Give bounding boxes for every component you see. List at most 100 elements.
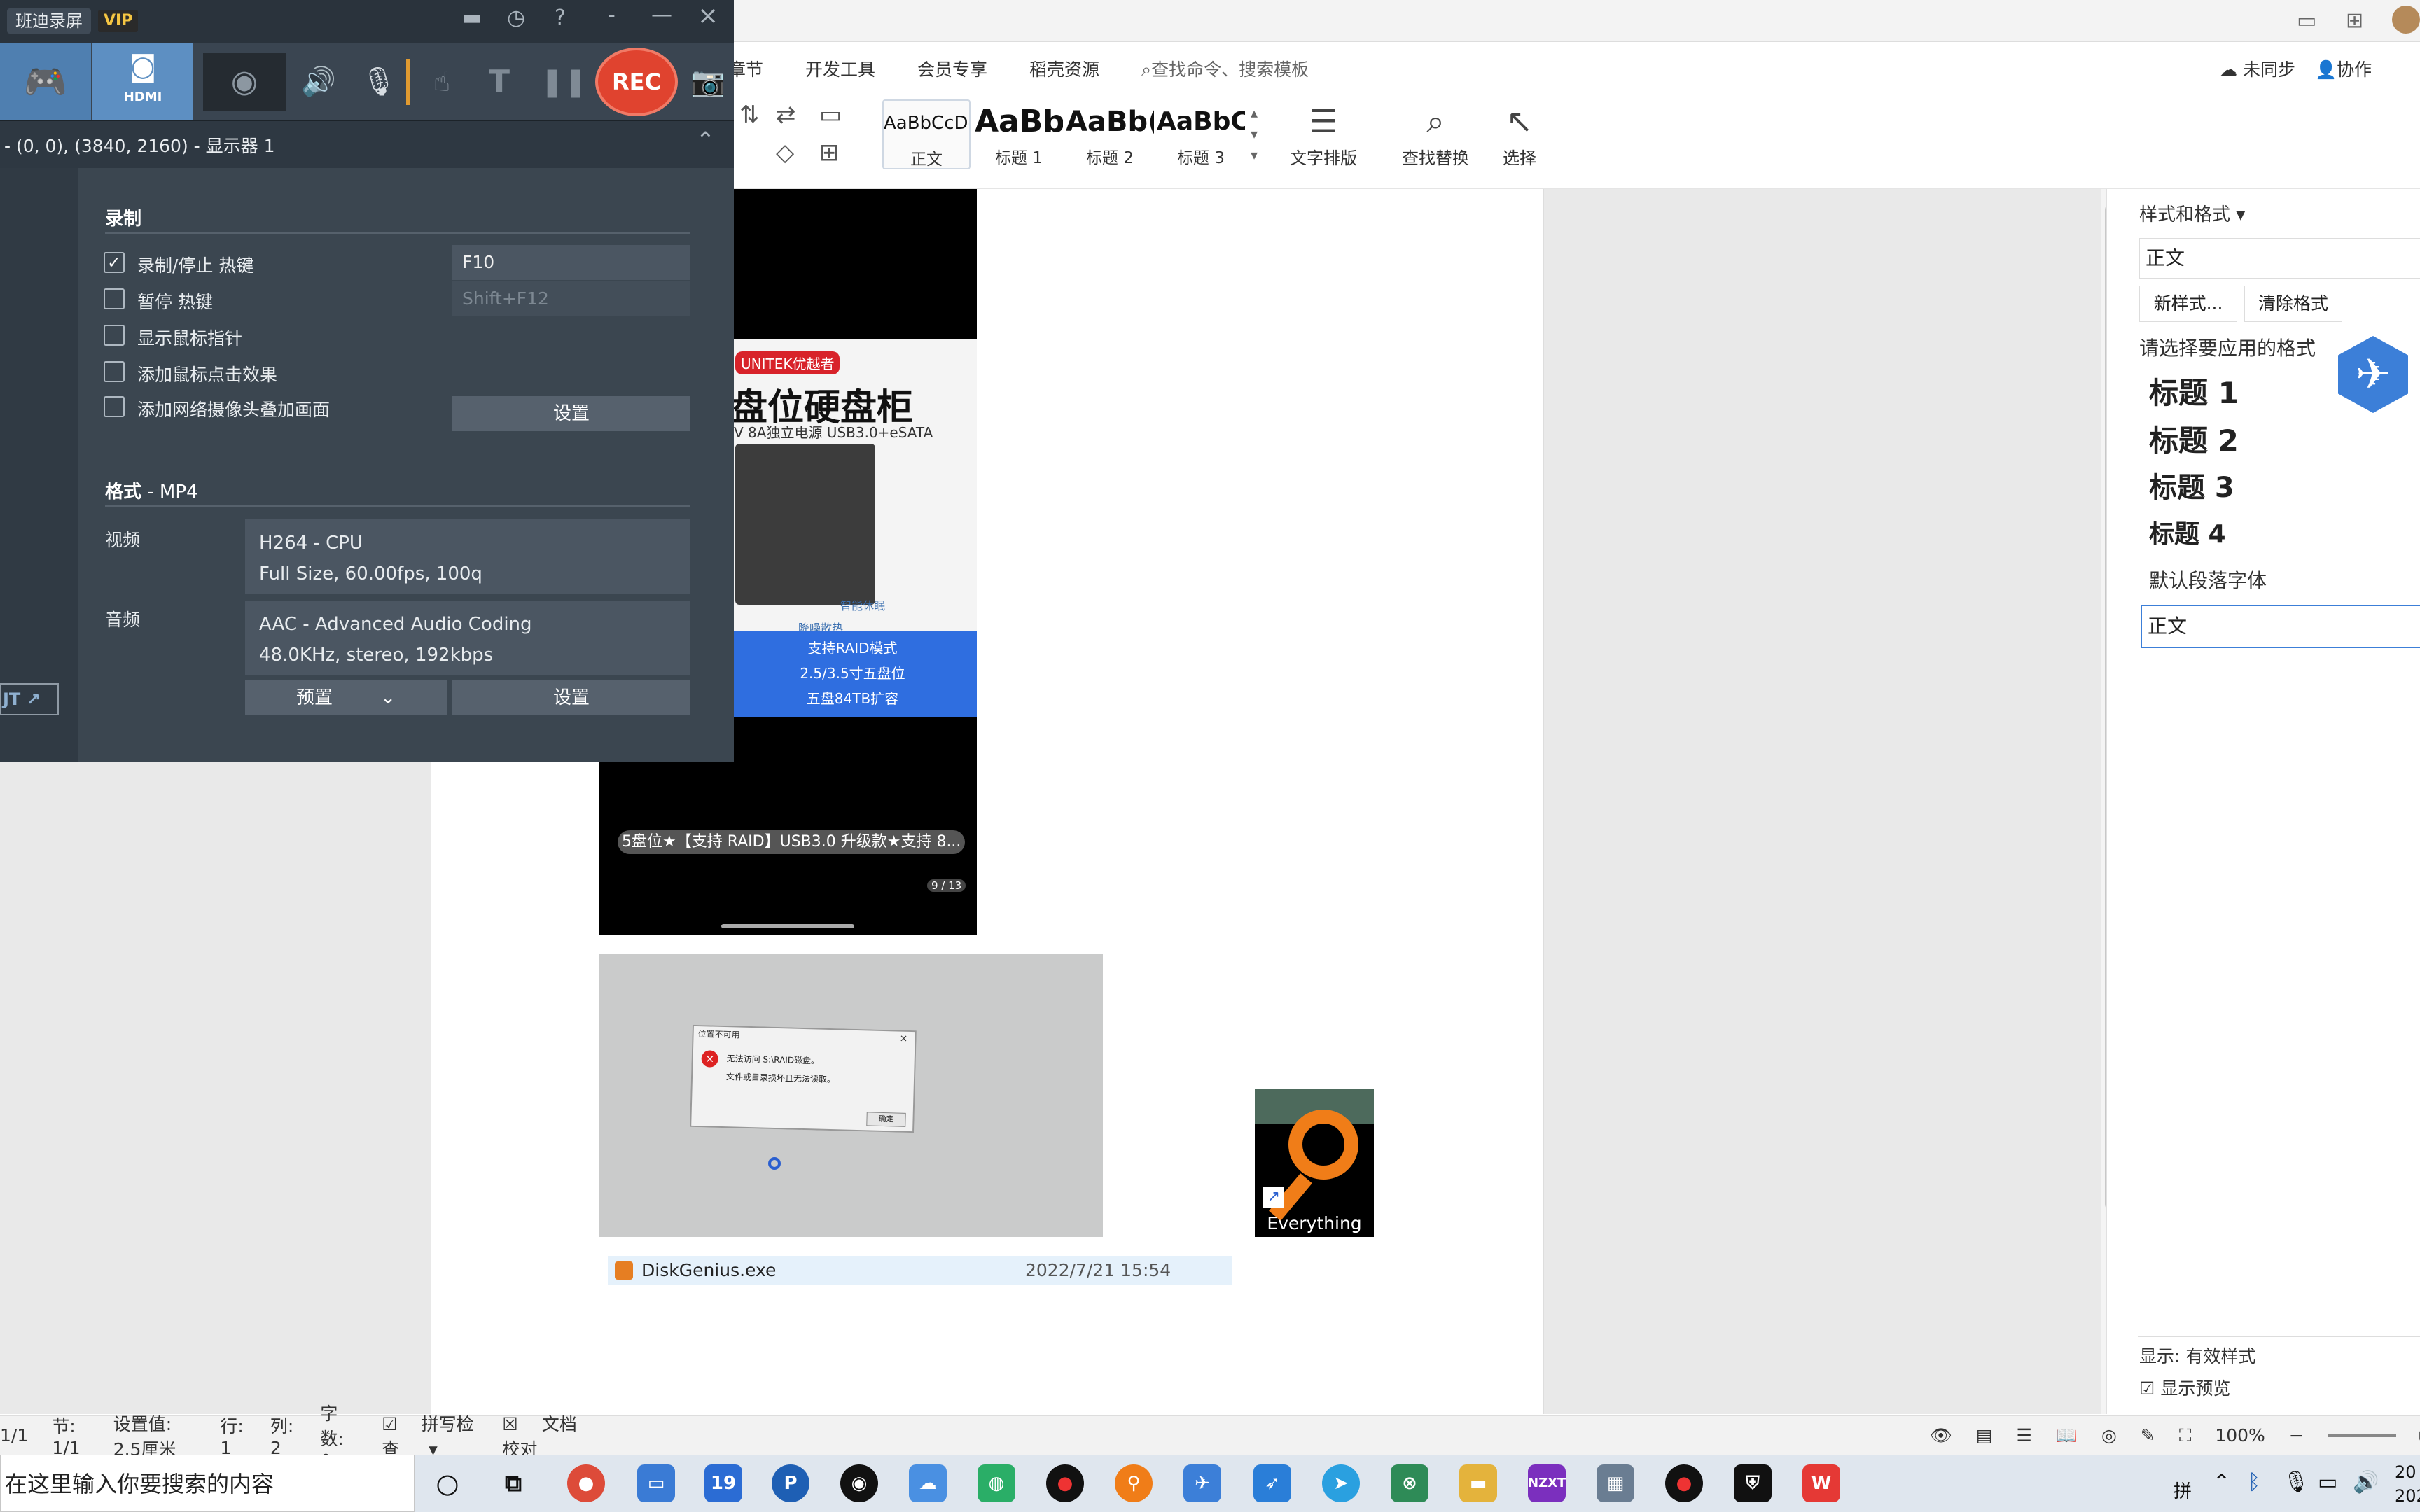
folder-icon[interactable]: ▬: [1459, 1464, 1497, 1502]
restore-icon[interactable]: —: [651, 3, 672, 27]
styles-pane-title[interactable]: 样式和格式 ▾: [2139, 200, 2245, 226]
webcam-overlay-checkbox[interactable]: [104, 396, 125, 417]
hdmi-mode-button[interactable]: ◙ HDMI: [92, 43, 193, 120]
camera-icon[interactable]: 📷: [685, 57, 731, 106]
taskbar-search[interactable]: 在这里输入你要搜索的内容: [0, 1455, 415, 1512]
game-mode-button[interactable]: 🎮: [0, 43, 91, 120]
chrome-icon[interactable]: ●: [567, 1464, 605, 1502]
sync-status[interactable]: ☁ 未同步: [2220, 56, 2295, 81]
app-19-icon[interactable]: 19: [704, 1464, 742, 1502]
border-icon[interactable]: ⊞: [819, 139, 840, 167]
shield-icon[interactable]: ⛨: [1734, 1464, 1772, 1502]
read-view-icon[interactable]: 📖: [2056, 1425, 2078, 1446]
nzxt-icon[interactable]: NZXT: [1528, 1464, 1566, 1502]
collapse-icon[interactable]: ⌃: [696, 127, 715, 153]
current-style-field[interactable]: 正文: [2139, 238, 2420, 279]
bandicam-icon[interactable]: ●: [1046, 1464, 1084, 1502]
recorder-target-bar[interactable]: - (0, 0), (3840, 2160) - 显示器 1 ⌃: [0, 120, 734, 168]
format-settings-button[interactable]: 设置: [452, 680, 690, 715]
style-scroll[interactable]: ▴ ▾ ▾: [1251, 102, 1258, 165]
preset-button[interactable]: 预置 ⌄: [245, 680, 447, 715]
zoom-slider[interactable]: [2327, 1427, 2420, 1444]
everything-taskbar-icon[interactable]: ⚲: [1115, 1464, 1153, 1502]
find-replace-button[interactable]: ⌕ 查找替换: [1393, 98, 1477, 169]
web-view-icon[interactable]: ◎: [2101, 1425, 2117, 1446]
audio-format-box[interactable]: AAC - Advanced Audio Coding 48.0KHz, ste…: [245, 601, 690, 675]
cortana-icon[interactable]: ○: [429, 1464, 466, 1502]
collab-button[interactable]: 👤协作: [2315, 56, 2372, 81]
style-item-heading-2[interactable]: 标题 2: [2149, 417, 2239, 460]
app-p-icon[interactable]: P: [772, 1464, 809, 1502]
click-effect-checkbox[interactable]: [104, 361, 125, 382]
clear-format-button[interactable]: 清除格式: [2244, 286, 2342, 322]
click-effect-icon[interactable]: ☝: [417, 57, 466, 106]
feige-icon[interactable]: ✈: [1183, 1464, 1221, 1502]
webcam-button[interactable]: ◉: [203, 53, 286, 111]
rec-button[interactable]: REC: [595, 48, 678, 116]
bluetooth-icon[interactable]: ᛒ: [2248, 1470, 2260, 1494]
spell-check-button[interactable]: ☑ 拼写检查 ▾: [382, 1410, 478, 1461]
qq-icon[interactable]: ◉: [840, 1464, 878, 1502]
style-heading-2[interactable]: AaBb( 标题 2: [1066, 99, 1154, 169]
menu-item-docer[interactable]: 稻壳资源: [1029, 56, 1099, 81]
outline-view-icon[interactable]: ☰: [2016, 1425, 2031, 1446]
clock[interactable]: 20202: [2395, 1460, 2420, 1508]
grid-icon[interactable]: ⊞: [2346, 8, 2363, 33]
baidu-netdisk-icon[interactable]: ☁: [909, 1464, 947, 1502]
output-button[interactable]: JT ↗: [0, 683, 59, 715]
pause-icon[interactable]: ❚❚: [539, 57, 588, 106]
command-search[interactable]: ⌕查找命令、搜索模板: [1141, 56, 1309, 81]
folder-icon[interactable]: ▬: [462, 6, 482, 30]
everything-shortcut[interactable]: ↗ Everything: [1255, 1088, 1374, 1237]
avatar[interactable]: [2392, 6, 2420, 34]
proof-button[interactable]: ☒ 文档校对: [502, 1410, 590, 1461]
explorer-laptop-icon[interactable]: ▭: [637, 1464, 675, 1502]
style-item-heading-3[interactable]: 标题 3: [2149, 465, 2234, 505]
style-heading-3[interactable]: AaBbC 标题 3: [1157, 99, 1245, 169]
swap-icon[interactable]: ⇄: [776, 101, 796, 129]
network-app-icon[interactable]: ▦: [1597, 1464, 1634, 1502]
clock-icon[interactable]: ◷: [507, 6, 525, 30]
hotkey-checkbox[interactable]: ✓: [104, 252, 125, 273]
select-button[interactable]: ↖ 选择: [1491, 98, 1548, 169]
volume-icon[interactable]: 🔊: [2353, 1470, 2379, 1494]
style-item-heading-1[interactable]: 标题 1: [2149, 370, 2239, 412]
video-format-box[interactable]: H264 - CPU Full Size, 60.00fps, 100q: [245, 519, 690, 594]
pen-icon[interactable]: ✎: [2141, 1425, 2155, 1446]
pause-hotkey-checkbox[interactable]: [104, 288, 125, 309]
xbox-icon[interactable]: ⊗: [1391, 1464, 1428, 1502]
ime-indicator[interactable]: 拼: [2174, 1477, 2192, 1503]
style-item-heading-4[interactable]: 标题 4: [2149, 514, 2226, 550]
zoom-level[interactable]: 100%: [2215, 1425, 2265, 1446]
record-settings-button[interactable]: 设置: [452, 396, 690, 431]
help-icon[interactable]: ?: [555, 6, 566, 30]
style-normal[interactable]: AaBbCcDd 正文: [882, 99, 971, 169]
ruler-icon[interactable]: ▭: [819, 101, 842, 129]
mic-icon[interactable]: 🎙: [2283, 1470, 2309, 1494]
wechat-icon[interactable]: ◍: [978, 1464, 1015, 1502]
telegram-icon[interactable]: ➤: [1322, 1464, 1360, 1502]
hotkey-field[interactable]: F10: [452, 245, 690, 280]
network-icon[interactable]: ▭: [2318, 1470, 2337, 1494]
wps-icon[interactable]: W: [1802, 1464, 1840, 1502]
preview-option[interactable]: ☑ 显示预览: [2139, 1375, 2230, 1400]
page-view-icon[interactable]: ▤: [1976, 1425, 1993, 1446]
recorder-taskbar-icon[interactable]: ●: [1665, 1464, 1703, 1502]
fill-icon[interactable]: ◇: [776, 139, 794, 167]
layout-icon[interactable]: ▭: [2297, 8, 2316, 33]
vip-badge[interactable]: VIP: [98, 10, 139, 32]
file-row[interactable]: DiskGenius.exe 2022/7/21 15:54: [608, 1256, 1232, 1285]
show-row[interactable]: 显示: 有效样式: [2139, 1343, 2255, 1368]
bird-assistant-icon[interactable]: ✈: [2338, 336, 2408, 413]
pause-hotkey-field[interactable]: Shift+F12: [452, 281, 690, 316]
task-view-icon[interactable]: ⧉: [494, 1464, 532, 1502]
minimize-icon[interactable]: ‐: [608, 3, 616, 27]
microphone-icon[interactable]: 🎙: [354, 57, 403, 106]
tray-chevron-icon[interactable]: ⌃: [2213, 1470, 2230, 1494]
zoom-out-icon[interactable]: −: [2289, 1425, 2304, 1446]
menu-item-devtools[interactable]: 开发工具: [805, 56, 875, 81]
style-heading-1[interactable]: AaBb 标题 1: [975, 99, 1063, 169]
sort-icon[interactable]: ⇅: [739, 101, 760, 129]
fit-icon[interactable]: ⛶: [2179, 1425, 2192, 1446]
text-layout-button[interactable]: ☰ 文字排版: [1281, 98, 1365, 169]
